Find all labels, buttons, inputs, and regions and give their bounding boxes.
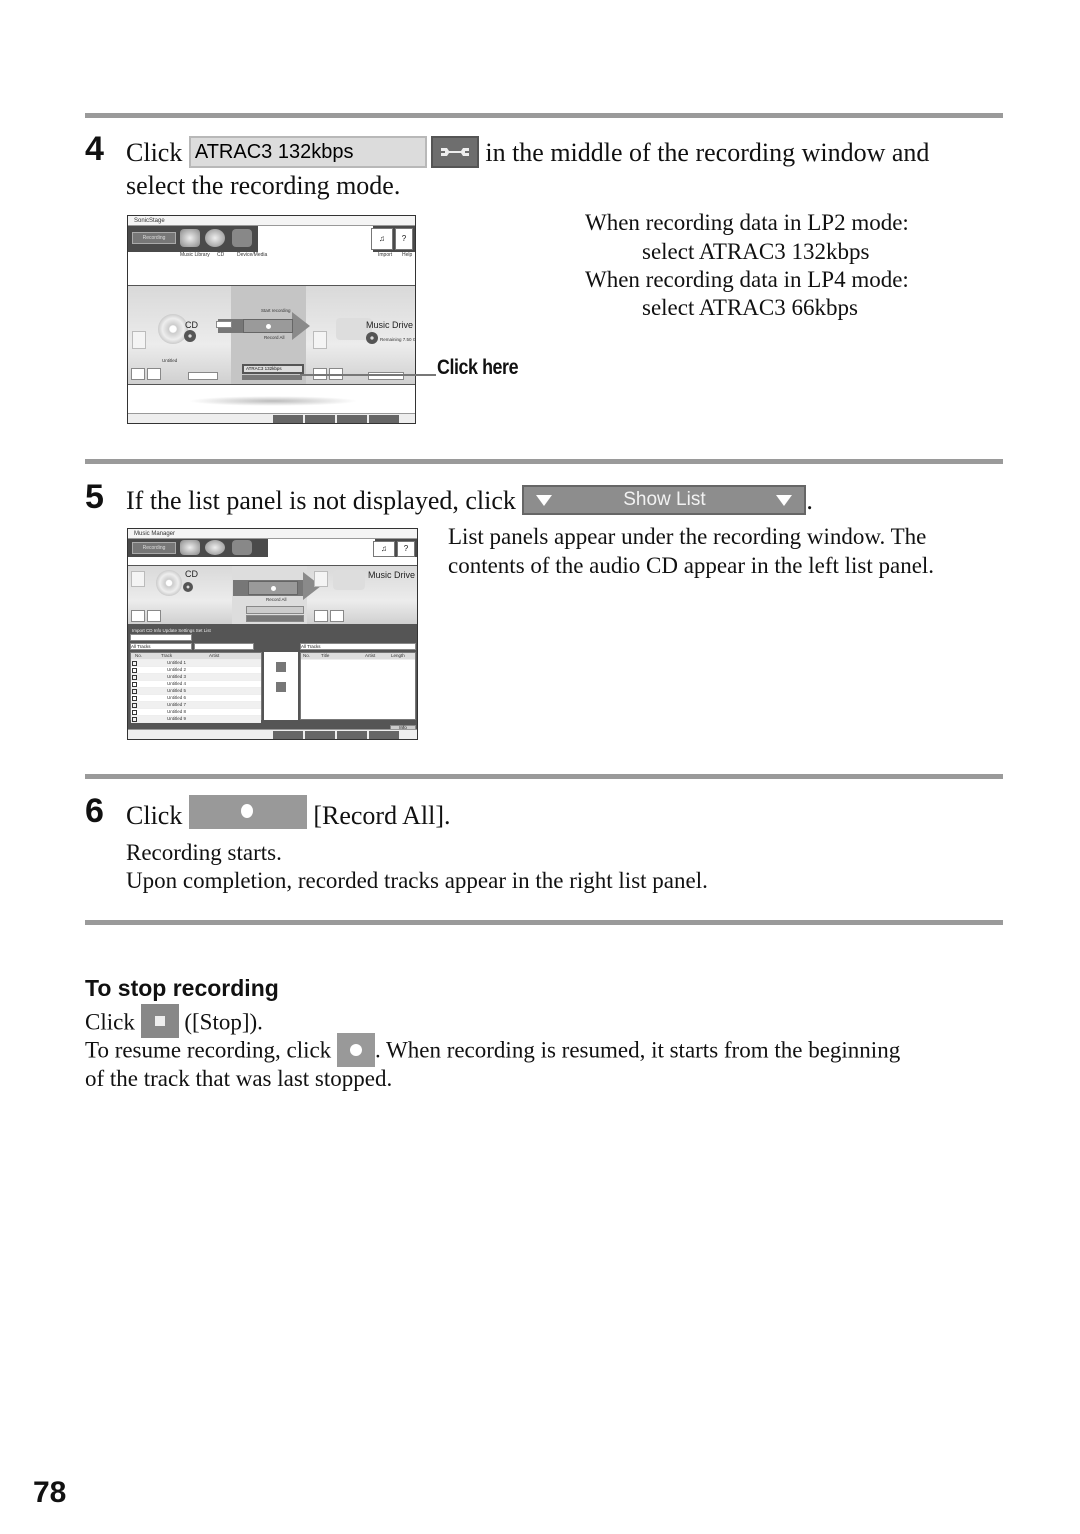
table-row: Untitled 1	[131, 660, 261, 667]
section-divider	[85, 113, 1003, 118]
source-track: Untitled	[162, 358, 178, 363]
toolbar-label: Import	[378, 252, 393, 258]
toolbar-label: Device/Media	[237, 252, 268, 258]
stop-icon	[154, 1016, 165, 1026]
record-all-label: [Record All].	[313, 801, 451, 830]
period: .	[806, 486, 813, 515]
cd-icon	[205, 229, 225, 247]
dest-label: Music Drive	[366, 320, 414, 330]
recording-panel: Record All CD Music Drive	[128, 565, 417, 625]
triangle-down-icon	[776, 495, 793, 507]
table-row: Untitled 2	[131, 667, 261, 674]
step-5-instruction: If the list panel is not displayed, clic…	[126, 485, 813, 518]
record-all-button[interactable]	[188, 795, 307, 830]
instruction-rest: in the middle of the recording window an…	[485, 138, 930, 167]
library-icon	[180, 229, 200, 247]
source-label: CD	[185, 320, 198, 330]
stop-line-3: of the track that was last stopped.	[85, 1066, 393, 1091]
record-all-button	[243, 319, 293, 333]
show-list-label: Show List	[623, 489, 706, 511]
click-word: Click	[126, 138, 183, 167]
callout-line	[300, 374, 436, 376]
step-6-instruction: Click [Record All].	[126, 795, 451, 835]
middle-record-button	[276, 662, 286, 672]
note-line: contents of the audio CD appear in the l…	[448, 553, 935, 578]
toolbar-label: Music Library	[180, 252, 210, 258]
record-label: Record All	[264, 335, 285, 340]
app-toolbar: Recording ♫ ?	[128, 539, 417, 557]
table-row: Untitled 3	[131, 674, 261, 681]
recording-window-screenshot: SonicStage Recording ♫ ? Music Library C…	[127, 215, 416, 424]
left-dropdown: All Tracks	[130, 643, 192, 650]
window-title: Music Manager	[128, 529, 417, 539]
record-icon	[349, 1044, 362, 1056]
list-area: Import CD Info Update Settings Set List …	[128, 625, 417, 731]
recording-panel: Start recording Record All CD Music Driv…	[128, 285, 415, 385]
section-divider	[85, 920, 1003, 925]
right-dropdown: All Tracks	[300, 643, 416, 650]
recording-mode-field[interactable]: ATRAC3 132kbps	[188, 136, 427, 169]
table-row: Untitled 7	[131, 702, 261, 709]
cd-disc-icon	[158, 314, 188, 344]
note-line: When recording data in LP2 mode:	[585, 210, 909, 235]
triangle-down-icon	[536, 495, 553, 507]
note-line: List panels appear under the recording w…	[448, 524, 927, 549]
instruction-text: If the list panel is not displayed, clic…	[126, 486, 516, 515]
source-label: CD	[185, 569, 198, 579]
middle-stop-button	[276, 682, 286, 692]
left-list-panel: No. Track Artist Untitled 1 Untitled 2 Unt…	[130, 652, 262, 723]
dest-label: Music Drive	[368, 570, 416, 580]
resume-record-button[interactable]	[336, 1033, 375, 1067]
mini-mode-field: ATRAC3 132kbps	[242, 364, 304, 374]
center-label: Start recording	[261, 308, 291, 313]
device-icon	[232, 229, 252, 247]
section-divider	[85, 774, 1003, 779]
toolbar-label: CD	[217, 252, 225, 258]
table-row: Untitled 5	[131, 688, 261, 695]
app-toolbar: Recording ♫ ?	[128, 226, 415, 252]
help-icon: ?	[395, 228, 413, 250]
note-line: Recording starts.	[126, 840, 282, 865]
right-list-panel: No. Title Artist Length	[300, 652, 416, 720]
status-bar	[128, 413, 415, 423]
wrench-icon[interactable]	[430, 136, 479, 169]
nav-button: Recording	[132, 232, 176, 244]
show-list-button[interactable]: Show List	[522, 485, 807, 516]
table-row: Untitled 6	[131, 695, 261, 702]
page-number: 78	[33, 1476, 67, 1509]
list-tabs: Import CD Info Update Settings Set List	[132, 628, 211, 633]
step-number: 5	[85, 478, 104, 516]
note-line: select ATRAC3 66kbps	[642, 295, 858, 320]
note-line: select ATRAC3 132kbps	[642, 239, 870, 264]
step-4-line2: select the recording mode.	[126, 171, 401, 200]
list-panel-screenshot: Music Manager Recording ♫ ? Record All C…	[127, 528, 418, 740]
click-word: Click	[126, 801, 183, 830]
stop-button[interactable]	[140, 1004, 179, 1038]
note-line: Upon completion, recorded tracks appear …	[126, 868, 708, 893]
table-row: Untitled 9	[131, 716, 261, 723]
record-label: Record All	[266, 597, 287, 602]
step-number: 4	[85, 130, 104, 168]
table-row: Untitled 4	[131, 681, 261, 688]
window-title: SonicStage	[128, 216, 415, 226]
section-divider	[85, 459, 1003, 464]
import-icon: ♫	[371, 228, 393, 250]
step-4-instruction: Click ATRAC3 132kbps in the middle of th…	[126, 136, 930, 171]
callout-label: Click here	[437, 356, 519, 379]
section-heading: To stop recording	[85, 975, 279, 1001]
toolbar-label: Help	[402, 252, 413, 258]
step-number: 6	[85, 792, 104, 830]
dest-info: Remaining 7.50 GB	[380, 337, 416, 342]
table-row: Untitled 8	[131, 709, 261, 716]
note-line: When recording data in LP4 mode:	[585, 267, 909, 292]
nav-button: Recording	[132, 542, 176, 554]
record-icon	[240, 804, 253, 819]
